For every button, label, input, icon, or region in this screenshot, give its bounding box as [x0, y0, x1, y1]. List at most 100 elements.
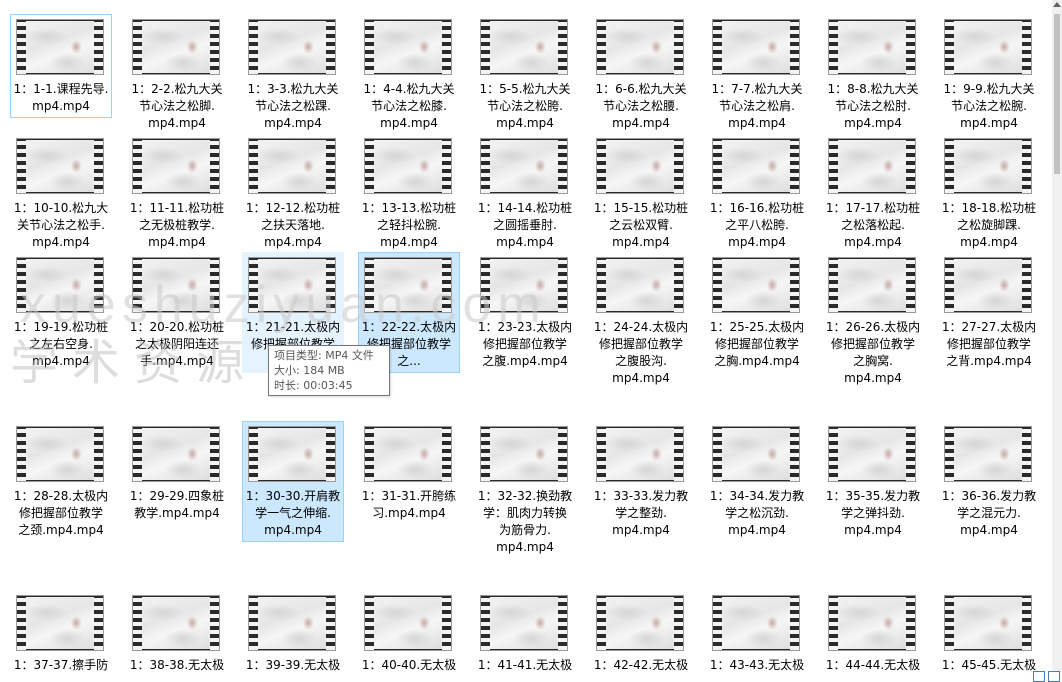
video-thumbnail	[16, 257, 104, 313]
video-thumbnail	[712, 138, 800, 194]
file-name: 1：20-20.松功桩 之太极阴阳连还 手.mp4.mp4	[129, 320, 225, 368]
file-item[interactable]: 1：36-36.发力教 学之混元力. mp4.mp4	[938, 421, 1040, 542]
file-name: 1：31-31.开胯练 习.mp4.mp4	[361, 489, 457, 520]
video-frame	[374, 21, 442, 73]
file-item[interactable]: 1：18-18.松功桩 之松旋脚踝. mp4.mp4	[938, 133, 1040, 254]
filmstrip-left-icon	[481, 258, 490, 312]
file-item[interactable]: 1：39-39.无太极	[242, 590, 344, 677]
file-item[interactable]: 1：40-40.无太极	[358, 590, 460, 677]
file-item[interactable]: 1：31-31.开胯练 习.mp4.mp4	[358, 421, 460, 525]
file-item[interactable]: 1：6-6.松九大关 节心法之松腰. mp4.mp4	[590, 14, 692, 135]
file-item[interactable]: 1：13-13.松功桩 之轻抖松腕. mp4.mp4	[358, 133, 460, 254]
file-item[interactable]: 1：5-5.松九大关 节心法之松胯. mp4.mp4	[474, 14, 576, 135]
file-item[interactable]: 1：11-11.松功桩 之无极桩教学. mp4.mp4	[126, 133, 228, 254]
file-item[interactable]: 1：33-33.发力教 学之整劲. mp4.mp4	[590, 421, 692, 542]
filmstrip-right-icon	[210, 258, 219, 312]
filmstrip-right-icon	[94, 427, 103, 481]
file-item[interactable]: 1：27-27.太极内 修把握部位教学 之背.mp4.mp4	[938, 252, 1040, 373]
file-item[interactable]: 1：25-25.太极内 修把握部位教学 之胸.mp4.mp4	[706, 252, 808, 373]
file-item[interactable]: 1：23-23.太极内 修把握部位教学 之腹.mp4.mp4	[474, 252, 576, 373]
filmstrip-right-icon	[674, 427, 683, 481]
video-frame	[142, 428, 210, 480]
filmstrip-left-icon	[713, 258, 722, 312]
filmstrip-right-icon	[210, 139, 219, 193]
file-item[interactable]: 1：4-4.松九大关 节心法之松膝. mp4.mp4	[358, 14, 460, 135]
filmstrip-right-icon	[442, 596, 451, 650]
file-item[interactable]: 1：7-7.松九大关 节心法之松肩. mp4.mp4	[706, 14, 808, 135]
file-item[interactable]: 1：43-43.无太极	[706, 590, 808, 677]
filmstrip-right-icon	[674, 258, 683, 312]
video-thumbnail	[828, 426, 916, 482]
file-name: 1：9-9.松九大关 节心法之松腕. mp4.mp4	[943, 82, 1035, 130]
filmstrip-left-icon	[17, 139, 26, 193]
filmstrip-right-icon	[326, 258, 335, 312]
file-item[interactable]: 1：14-14.松功桩 之圆摇垂肘. mp4.mp4	[474, 133, 576, 254]
file-item[interactable]: 1：41-41.无太极	[474, 590, 576, 677]
file-name: 1：43-43.无太极	[709, 658, 805, 672]
video-frame	[142, 21, 210, 73]
video-frame	[606, 140, 674, 192]
video-frame	[374, 259, 442, 311]
file-item[interactable]: 1：42-42.无太极	[590, 590, 692, 677]
filmstrip-left-icon	[249, 20, 258, 74]
file-item[interactable]: 1：20-20.松功桩 之太极阴阳连还 手.mp4.mp4	[126, 252, 228, 373]
file-name: 1：3-3.松九大关 节心法之松踝. mp4.mp4	[247, 82, 339, 130]
tooltip-type: 项目类型: MP4 文件	[274, 349, 374, 362]
filmstrip-left-icon	[133, 139, 142, 193]
file-item[interactable]: 1：28-28.太极内 修把握部位教学 之颈.mp4.mp4	[10, 421, 112, 542]
filmstrip-right-icon	[906, 139, 915, 193]
video-frame	[26, 597, 94, 649]
filmstrip-left-icon	[249, 139, 258, 193]
filmstrip-left-icon	[829, 427, 838, 481]
filmstrip-right-icon	[326, 20, 335, 74]
video-frame	[490, 597, 558, 649]
file-name: 1：42-42.无太极	[593, 658, 689, 672]
file-item[interactable]: 1：19-19.松功桩 之左右空身. mp4.mp4	[10, 252, 112, 373]
video-thumbnail	[480, 257, 568, 313]
file-item[interactable]: 1：32-32.换劲教 学：肌肉力转换 为筋骨力. mp4.mp4	[474, 421, 576, 559]
file-name: 1：10-10.松九大 关节心法之松手. mp4.mp4	[13, 201, 109, 249]
file-item[interactable]: 1：9-9.松九大关 节心法之松腕. mp4.mp4	[938, 14, 1040, 135]
file-item[interactable]: 1：30-30.开肩教 学一气之伸缩. mp4.mp4	[242, 421, 344, 542]
large-icons-view-icon[interactable]	[1048, 671, 1060, 682]
file-item[interactable]: 1：37-37.擦手防	[10, 590, 112, 677]
scroll-up-arrow-icon[interactable]	[1053, 2, 1061, 7]
file-item[interactable]: 1：12-12.松功桩 之扶天落地. mp4.mp4	[242, 133, 344, 254]
file-item[interactable]: 1：2-2.松九大关 节心法之松脚. mp4.mp4	[126, 14, 228, 135]
video-frame	[142, 597, 210, 649]
filmstrip-left-icon	[945, 427, 954, 481]
video-thumbnail	[828, 257, 916, 313]
filmstrip-left-icon	[133, 596, 142, 650]
file-item[interactable]: 1：45-45.无太极	[938, 590, 1040, 677]
file-item[interactable]: 1：17-17.松功桩 之松落松起. mp4.mp4	[822, 133, 924, 254]
video-thumbnail	[944, 138, 1032, 194]
file-item[interactable]: 1：29-29.四象桩 教学.mp4.mp4	[126, 421, 228, 525]
filmstrip-left-icon	[713, 596, 722, 650]
video-thumbnail	[16, 138, 104, 194]
file-item[interactable]: 1：15-15.松功桩 之云松双臂. mp4.mp4	[590, 133, 692, 254]
file-item[interactable]: 1：3-3.松九大关 节心法之松踝. mp4.mp4	[242, 14, 344, 135]
details-view-icon[interactable]	[1033, 671, 1045, 682]
file-item[interactable]: 1：10-10.松九大 关节心法之松手. mp4.mp4	[10, 133, 112, 254]
file-item[interactable]: 1：16-16.松功桩 之平八松胯. mp4.mp4	[706, 133, 808, 254]
file-item[interactable]: 1：24-24.太极内 修把握部位教学 之腹股沟. mp4.mp4	[590, 252, 692, 390]
file-name: 1：26-26.太极内 修把握部位教学 之胸窝. mp4.mp4	[825, 320, 921, 385]
video-thumbnail	[828, 595, 916, 651]
filmstrip-left-icon	[249, 258, 258, 312]
vertical-scrollbar[interactable]	[1052, 0, 1062, 672]
file-item[interactable]: 1：1-1.课程先导. mp4.mp4	[10, 14, 112, 118]
video-thumbnail	[248, 257, 336, 313]
file-item[interactable]: 1：8-8.松九大关 节心法之松肘. mp4.mp4	[822, 14, 924, 135]
video-thumbnail	[944, 426, 1032, 482]
file-item[interactable]: 1：34-34.发力教 学之松沉劲. mp4.mp4	[706, 421, 808, 542]
filmstrip-right-icon	[1022, 258, 1031, 312]
filmstrip-left-icon	[945, 20, 954, 74]
file-item[interactable]: 1：44-44.无太极	[822, 590, 924, 677]
file-item[interactable]: 1：35-35.发力教 学之弹抖劲. mp4.mp4	[822, 421, 924, 542]
video-frame	[374, 428, 442, 480]
video-frame	[374, 140, 442, 192]
file-item[interactable]: 1：38-38.无太极	[126, 590, 228, 677]
video-thumbnail	[480, 19, 568, 75]
scroll-thumb[interactable]	[1054, 14, 1060, 174]
file-item[interactable]: 1：26-26.太极内 修把握部位教学 之胸窝. mp4.mp4	[822, 252, 924, 390]
